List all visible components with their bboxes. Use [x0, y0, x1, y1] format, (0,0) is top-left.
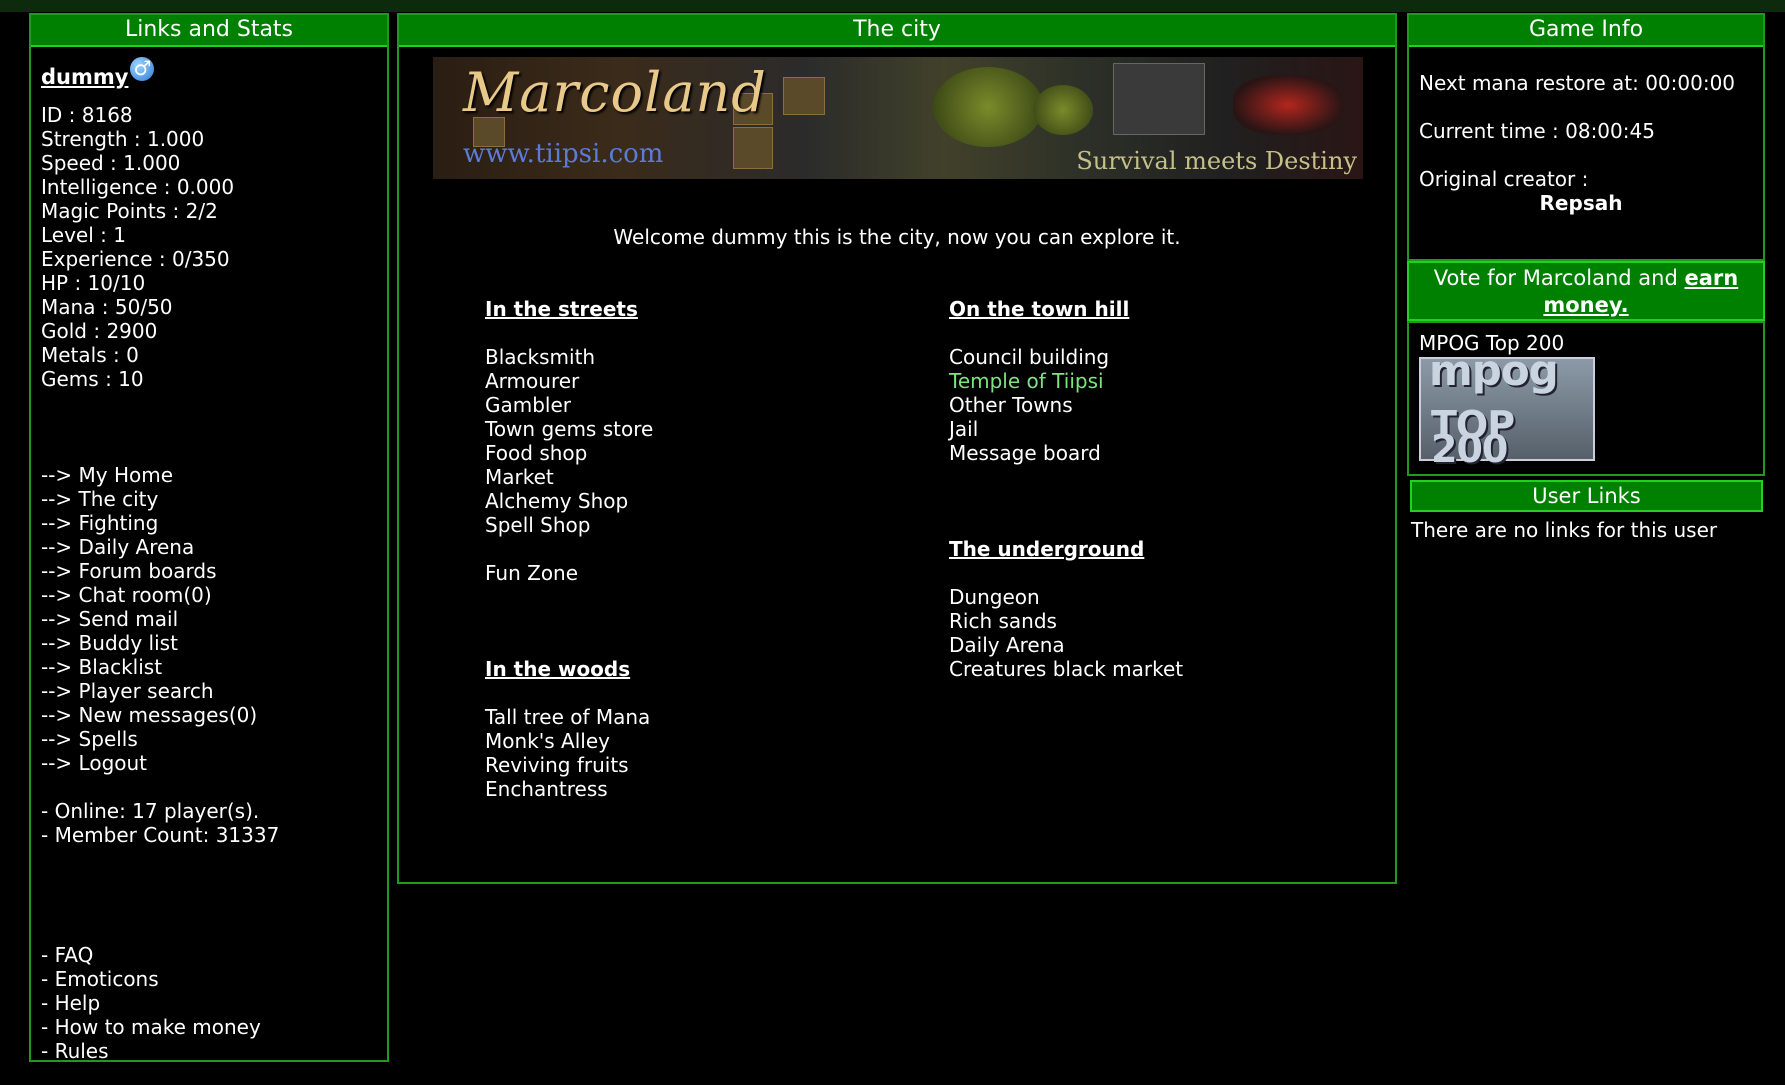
temple-of-tiipsi-link[interactable]: Temple of Tiipsi: [949, 369, 1104, 393]
links-and-stats-header: Links and Stats: [31, 15, 387, 47]
stat-metals: Metals : 0: [41, 343, 139, 367]
help-link[interactable]: - Help: [41, 991, 100, 1015]
marcoland-banner: Marcoland www.tiipsi.com Survival meets …: [433, 57, 1363, 179]
nav-the-city[interactable]: --> The city: [41, 487, 158, 511]
links-and-stats-panel: Links and Stats dummy ♂ ID : 8168 Streng…: [29, 13, 389, 1063]
enchantress-link[interactable]: Enchantress: [485, 777, 608, 801]
user-links-text: There are no links for this user: [1411, 518, 1718, 542]
town-hill-heading: On the town hill: [949, 297, 1130, 321]
armourer-link[interactable]: Armourer: [485, 369, 579, 393]
food-shop-link[interactable]: Food shop: [485, 441, 587, 465]
rich-sands-link[interactable]: Rich sands: [949, 609, 1057, 633]
online-count: - Online: 17 player(s).: [41, 799, 260, 823]
streets-column: In the streets Blacksmith Armourer Gambl…: [485, 297, 653, 585]
gambler-link[interactable]: Gambler: [485, 393, 571, 417]
stat-mana: Mana : 50/50: [41, 295, 173, 319]
next-mana-restore: Next mana restore at: 00:00:00: [1419, 71, 1736, 95]
stat-magic-points: Magic Points : 2/2: [41, 199, 218, 223]
streets-heading: In the streets: [485, 297, 638, 321]
other-towns-link[interactable]: Other Towns: [949, 393, 1073, 417]
banner-foliage: [933, 67, 1043, 147]
stat-level: Level : 1: [41, 223, 126, 247]
city-panel: The city Marcoland www.tiipsi.com Surviv…: [397, 13, 1397, 884]
top-bar: [0, 0, 1785, 12]
male-gender-icon: ♂: [130, 57, 155, 81]
nav-blacklist[interactable]: --> Blacklist: [41, 655, 162, 679]
reviving-fruits-link[interactable]: Reviving fruits: [485, 753, 629, 777]
game-info-panel: Game Info Next mana restore at: 00:00:00…: [1407, 13, 1765, 261]
rules-link[interactable]: - Rules: [41, 1039, 109, 1063]
how-to-make-money-link[interactable]: - How to make money: [41, 1015, 261, 1039]
dungeon-link[interactable]: Dungeon: [949, 585, 1040, 609]
monks-alley-link[interactable]: Monk's Alley: [485, 729, 610, 753]
mpog-top-200-banner[interactable]: mpog TOP 200: [1419, 346, 1763, 471]
banner-wall: [1113, 63, 1205, 135]
jail-link[interactable]: Jail: [949, 417, 978, 441]
original-creator-label: Original creator :: [1419, 167, 1589, 191]
emoticons-link[interactable]: - Emoticons: [41, 967, 159, 991]
stat-hp: HP : 10/10: [41, 271, 146, 295]
banner-url: www.tiipsi.com: [463, 139, 664, 169]
stat-strength: Strength : 1.000: [41, 127, 205, 151]
stat-speed: Speed : 1.000: [41, 151, 181, 175]
creatures-black-market-link[interactable]: Creatures black market: [949, 657, 1183, 681]
current-time: Current time : 08:00:45: [1419, 119, 1655, 143]
game-info-header: Game Info: [1409, 15, 1763, 47]
mpog-logo: mpog TOP 200: [1419, 346, 1595, 471]
username-link[interactable]: dummy: [41, 65, 128, 89]
blacksmith-link[interactable]: Blacksmith: [485, 345, 595, 369]
nav-daily-arena[interactable]: --> Daily Arena: [41, 535, 194, 559]
banner-tile: [783, 77, 825, 115]
original-creator-name: Repsah: [1539, 191, 1623, 215]
stat-intelligence: Intelligence : 0.000: [41, 175, 235, 199]
stat-gold: Gold : 2900: [41, 319, 158, 343]
council-building-link[interactable]: Council building: [949, 345, 1109, 369]
nav-logout[interactable]: --> Logout: [41, 751, 147, 775]
nav-player-search[interactable]: --> Player search: [41, 679, 214, 703]
nav-send-mail[interactable]: --> Send mail: [41, 607, 178, 631]
stat-experience: Experience : 0/350: [41, 247, 230, 271]
city-header: The city: [399, 15, 1395, 47]
alchemy-shop-link[interactable]: Alchemy Shop: [485, 489, 628, 513]
woods-heading: In the woods: [485, 657, 631, 681]
mpog-logo-line2: TOP 200: [1431, 403, 1515, 471]
stat-gems: Gems : 10: [41, 367, 144, 391]
nav-new-messages[interactable]: --> New messages(0): [41, 703, 257, 727]
spell-shop-link[interactable]: Spell Shop: [485, 513, 590, 537]
banner-tile: [733, 127, 773, 169]
underground-column: The underground Dungeon Rich sands Daily…: [949, 537, 1183, 681]
nav-list: --> My Home --> The city --> Fighting --…: [41, 463, 387, 775]
underground-daily-arena-link[interactable]: Daily Arena: [949, 633, 1065, 657]
mpog-panel: MPOG Top 200 mpog TOP 200: [1407, 321, 1765, 476]
town-hill-column: On the town hill Council building Temple…: [949, 297, 1129, 465]
banner-tagline: Survival meets Destiny: [1076, 147, 1357, 175]
stat-id: ID : 8168: [41, 103, 133, 127]
user-links-header: User Links: [1410, 480, 1763, 512]
vote-panel: Vote for Marcoland and earn money.: [1407, 261, 1765, 321]
market-link[interactable]: Market: [485, 465, 554, 489]
banner-dragon: [1233, 75, 1343, 135]
fun-zone-link[interactable]: Fun Zone: [485, 561, 578, 585]
banner-title: Marcoland: [463, 61, 767, 124]
banner-foliage: [1033, 85, 1093, 135]
nav-spells[interactable]: --> Spells: [41, 727, 138, 751]
stats-list: ID : 8168 Strength : 1.000 Speed : 1.000…: [41, 103, 387, 391]
message-board-link[interactable]: Message board: [949, 441, 1101, 465]
nav-my-home[interactable]: --> My Home: [41, 463, 173, 487]
vote-text: Vote for Marcoland and: [1433, 266, 1678, 290]
nav-fighting[interactable]: --> Fighting: [41, 511, 158, 535]
nav-buddy-list[interactable]: --> Buddy list: [41, 631, 178, 655]
help-links: - FAQ - Emoticons - Help - How to make m…: [41, 943, 387, 1063]
member-count: - Member Count: 31337: [41, 823, 280, 847]
nav-forum-boards[interactable]: --> Forum boards: [41, 559, 217, 583]
faq-link[interactable]: - FAQ: [41, 943, 93, 967]
nav-chat-room[interactable]: --> Chat room(0): [41, 583, 212, 607]
underground-heading: The underground: [949, 537, 1145, 561]
tall-tree-of-mana-link[interactable]: Tall tree of Mana: [485, 705, 650, 729]
mpog-logo-line1: mpog: [1429, 346, 1559, 395]
town-gems-store-link[interactable]: Town gems store: [485, 417, 653, 441]
welcome-message: Welcome dummy this is the city, now you …: [613, 225, 1181, 249]
woods-column: In the woods Tall tree of Mana Monk's Al…: [485, 657, 650, 801]
